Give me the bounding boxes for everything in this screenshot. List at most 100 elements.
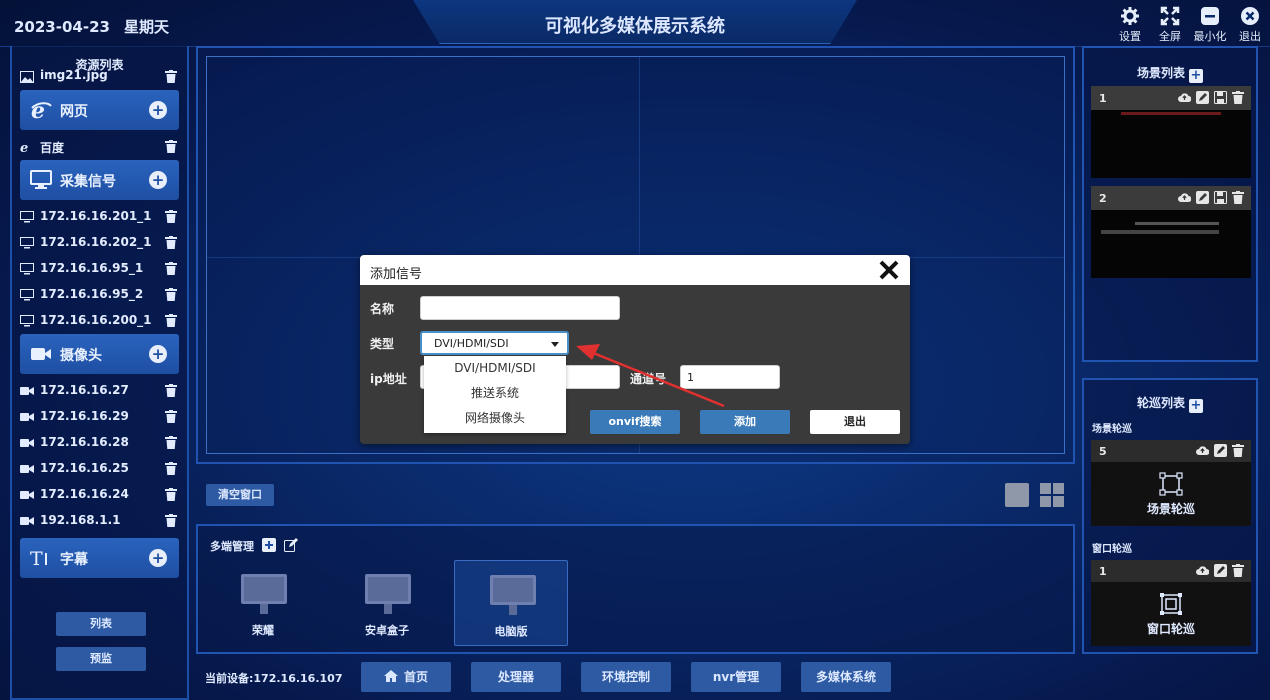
device-card[interactable]: 安卓盒子 <box>330 560 444 646</box>
minimize-button[interactable]: 最小化 <box>1190 4 1230 44</box>
nav-environment[interactable]: 环境控制 <box>581 662 671 692</box>
edit-icon[interactable] <box>1214 444 1227 457</box>
category-capture[interactable]: 采集信号 + <box>20 160 179 200</box>
scene-thumbnail <box>1135 222 1219 225</box>
fullscreen-button[interactable]: 全屏 <box>1150 4 1190 44</box>
edit-icon[interactable] <box>284 538 298 552</box>
trash-icon[interactable] <box>165 70 177 83</box>
single-layout-button[interactable] <box>1005 483 1029 507</box>
close-icon[interactable] <box>878 259 900 281</box>
trash-icon[interactable] <box>165 236 177 249</box>
trash-icon[interactable] <box>165 436 177 449</box>
trash-icon[interactable] <box>165 514 177 527</box>
scene-card[interactable]: 2 <box>1091 186 1251 278</box>
edit-icon[interactable] <box>1214 564 1227 577</box>
resource-item-capture[interactable]: 172.16.16.202_1 <box>12 230 187 256</box>
channel-input[interactable] <box>680 365 780 389</box>
chevron-down-icon <box>551 342 559 347</box>
list-button[interactable]: 列表 <box>56 612 146 636</box>
add-button[interactable]: 添加 <box>700 410 790 434</box>
name-input[interactable] <box>420 296 620 320</box>
trash-icon[interactable] <box>165 384 177 397</box>
add-subtitle-button[interactable]: + <box>149 549 167 567</box>
resource-item-label: 192.168.1.1 <box>40 513 121 527</box>
scene-panel-header: 场景列表 + <box>1084 48 1256 83</box>
trash-icon[interactable] <box>165 462 177 475</box>
quad-layout-button[interactable] <box>1040 483 1064 507</box>
settings-button[interactable]: 设置 <box>1110 4 1150 44</box>
resource-item-camera[interactable]: 172.16.16.24 <box>12 482 187 508</box>
resource-item-camera[interactable]: 192.168.1.1 <box>12 508 187 534</box>
type-option[interactable]: 网络摄像头 <box>424 406 566 431</box>
trash-icon[interactable] <box>165 262 177 275</box>
scene-number: 2 <box>1099 192 1107 205</box>
category-camera[interactable]: 摄像头 + <box>20 334 179 374</box>
edit-icon[interactable] <box>1196 91 1209 104</box>
save-icon[interactable] <box>1214 191 1227 204</box>
resource-item-camera[interactable]: 172.16.16.27 <box>12 378 187 404</box>
device-label: 荣耀 <box>252 624 274 637</box>
trash-icon[interactable] <box>165 140 177 153</box>
monitor-stand <box>384 604 392 614</box>
exit-button[interactable]: 退出 <box>1230 4 1270 44</box>
add-capture-button[interactable]: + <box>149 171 167 189</box>
type-select[interactable]: DVI/HDMI/SDI <box>420 331 569 355</box>
cancel-button[interactable]: 退出 <box>810 410 900 434</box>
resource-item-capture[interactable]: 172.16.16.95_1 <box>12 256 187 282</box>
trash-icon[interactable] <box>1232 91 1245 104</box>
type-option[interactable]: DVI/HDMI/SDI <box>424 356 566 381</box>
trash-icon[interactable] <box>1232 191 1245 204</box>
window-tour-card[interactable]: 1 窗口轮巡 <box>1091 560 1251 646</box>
upload-icon[interactable] <box>1196 444 1210 457</box>
preview-button[interactable]: 预监 <box>56 647 146 671</box>
trash-icon[interactable] <box>165 488 177 501</box>
device-card-selected[interactable]: 电脑版 <box>454 560 568 646</box>
minimize-label: 最小化 <box>1193 30 1227 43</box>
resource-item-capture[interactable]: 172.16.16.200_1 <box>12 308 187 334</box>
scene-card[interactable]: 1 <box>1091 86 1251 178</box>
add-scene-button[interactable]: + <box>1189 69 1203 83</box>
trash-icon[interactable] <box>165 314 177 327</box>
resource-item-capture[interactable]: 172.16.16.95_2 <box>12 282 187 308</box>
upload-icon[interactable] <box>1178 91 1192 104</box>
nav-nvr[interactable]: nvr管理 <box>691 662 781 692</box>
resource-item-camera[interactable]: 172.16.16.29 <box>12 404 187 430</box>
upload-icon[interactable] <box>1178 191 1192 204</box>
resource-item-camera[interactable]: 172.16.16.28 <box>12 430 187 456</box>
trash-icon[interactable] <box>165 288 177 301</box>
resource-item-capture[interactable]: 172.16.16.201_1 <box>12 204 187 230</box>
device-card[interactable]: 荣耀 <box>206 560 320 646</box>
category-subtitle[interactable]: T 字幕 + <box>20 538 179 578</box>
nav-home[interactable]: 首页 <box>361 662 451 692</box>
category-web[interactable]: e 网页 + <box>20 90 179 130</box>
add-icon[interactable] <box>262 538 276 552</box>
resource-item-image[interactable]: img21.jpg <box>12 68 187 86</box>
save-icon[interactable] <box>1214 91 1227 104</box>
app-title: 可视化多媒体展示系统 <box>545 16 725 37</box>
resource-item-web[interactable]: e 百度 <box>12 134 187 160</box>
type-option[interactable]: 推送系统 <box>424 381 566 406</box>
trash-icon[interactable] <box>1232 564 1245 577</box>
edit-icon[interactable] <box>1196 191 1209 204</box>
scene-tour-card[interactable]: 5 场景轮巡 <box>1091 440 1251 526</box>
onvif-search-button[interactable]: onvif搜索 <box>590 410 680 434</box>
nav-multimedia[interactable]: 多媒体系统 <box>801 662 891 692</box>
trash-icon[interactable] <box>165 210 177 223</box>
upload-icon[interactable] <box>1196 564 1210 577</box>
nav-processor[interactable]: 处理器 <box>471 662 561 692</box>
trash-icon[interactable] <box>165 410 177 423</box>
scene-thumbnail <box>1101 230 1219 234</box>
category-capture-label: 采集信号 <box>60 174 116 190</box>
scene-panel: 场景列表 + 1 2 <box>1082 46 1258 362</box>
multi-device-panel: 多端管理 荣耀 安卓盒子 电脑版 <box>196 524 1075 654</box>
type-select-value: DVI/HDMI/SDI <box>434 337 509 350</box>
clear-windows-button[interactable]: 清空窗口 <box>206 484 274 506</box>
category-subtitle-label: 字幕 <box>60 552 88 568</box>
add-web-button[interactable]: + <box>149 101 167 119</box>
tour-number: 1 <box>1099 565 1107 578</box>
add-tour-button[interactable]: + <box>1189 399 1203 413</box>
monitor-icon <box>20 211 34 223</box>
trash-icon[interactable] <box>1232 444 1245 457</box>
resource-item-camera[interactable]: 172.16.16.25 <box>12 456 187 482</box>
add-camera-button[interactable]: + <box>149 345 167 363</box>
